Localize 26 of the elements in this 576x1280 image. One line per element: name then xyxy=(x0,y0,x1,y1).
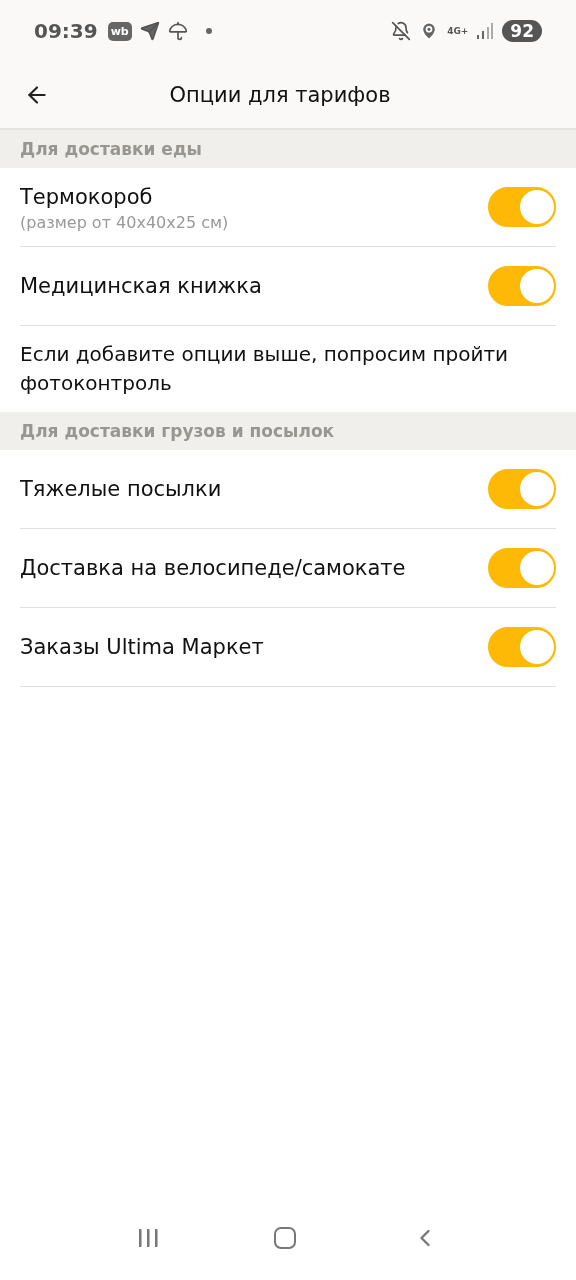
page-title: Опции для тарифов xyxy=(168,83,392,107)
section-header: Для доставки еды xyxy=(0,130,576,168)
home-button[interactable] xyxy=(274,1227,296,1249)
battery-level: 92 xyxy=(502,20,542,42)
network-type: 4G+ xyxy=(447,26,469,36)
send-icon xyxy=(139,21,160,41)
status-time: 09:39 xyxy=(34,19,98,43)
notification-dot xyxy=(205,28,212,34)
recent-apps-button[interactable] xyxy=(137,1227,160,1249)
option-label: Доставка на велосипеде/самокате xyxy=(20,554,407,582)
option-label: Термокороб xyxy=(20,184,154,212)
mute-icon xyxy=(391,21,412,41)
option-label: Тяжелые посылки xyxy=(20,475,223,503)
option-hint: (размер от 40x40x25 см) xyxy=(20,212,230,232)
toggle-switch[interactable] xyxy=(488,548,556,588)
toggle-switch[interactable] xyxy=(488,187,556,227)
signal-icon xyxy=(476,23,495,39)
toggle-switch[interactable] xyxy=(488,627,556,667)
info-note: Если добавите опции выше, попросим пройти фотоконтроль xyxy=(20,341,510,397)
section-header: Для доставки грузов и посылок xyxy=(0,412,576,450)
umbrella-icon xyxy=(167,21,188,41)
toggle-switch[interactable] xyxy=(488,469,556,509)
option-label: Заказы Ultima Маркет xyxy=(20,633,265,661)
app-badge: wb xyxy=(107,21,132,41)
toggle-switch[interactable] xyxy=(488,266,556,306)
option-label: Медицинская книжка xyxy=(20,272,263,300)
